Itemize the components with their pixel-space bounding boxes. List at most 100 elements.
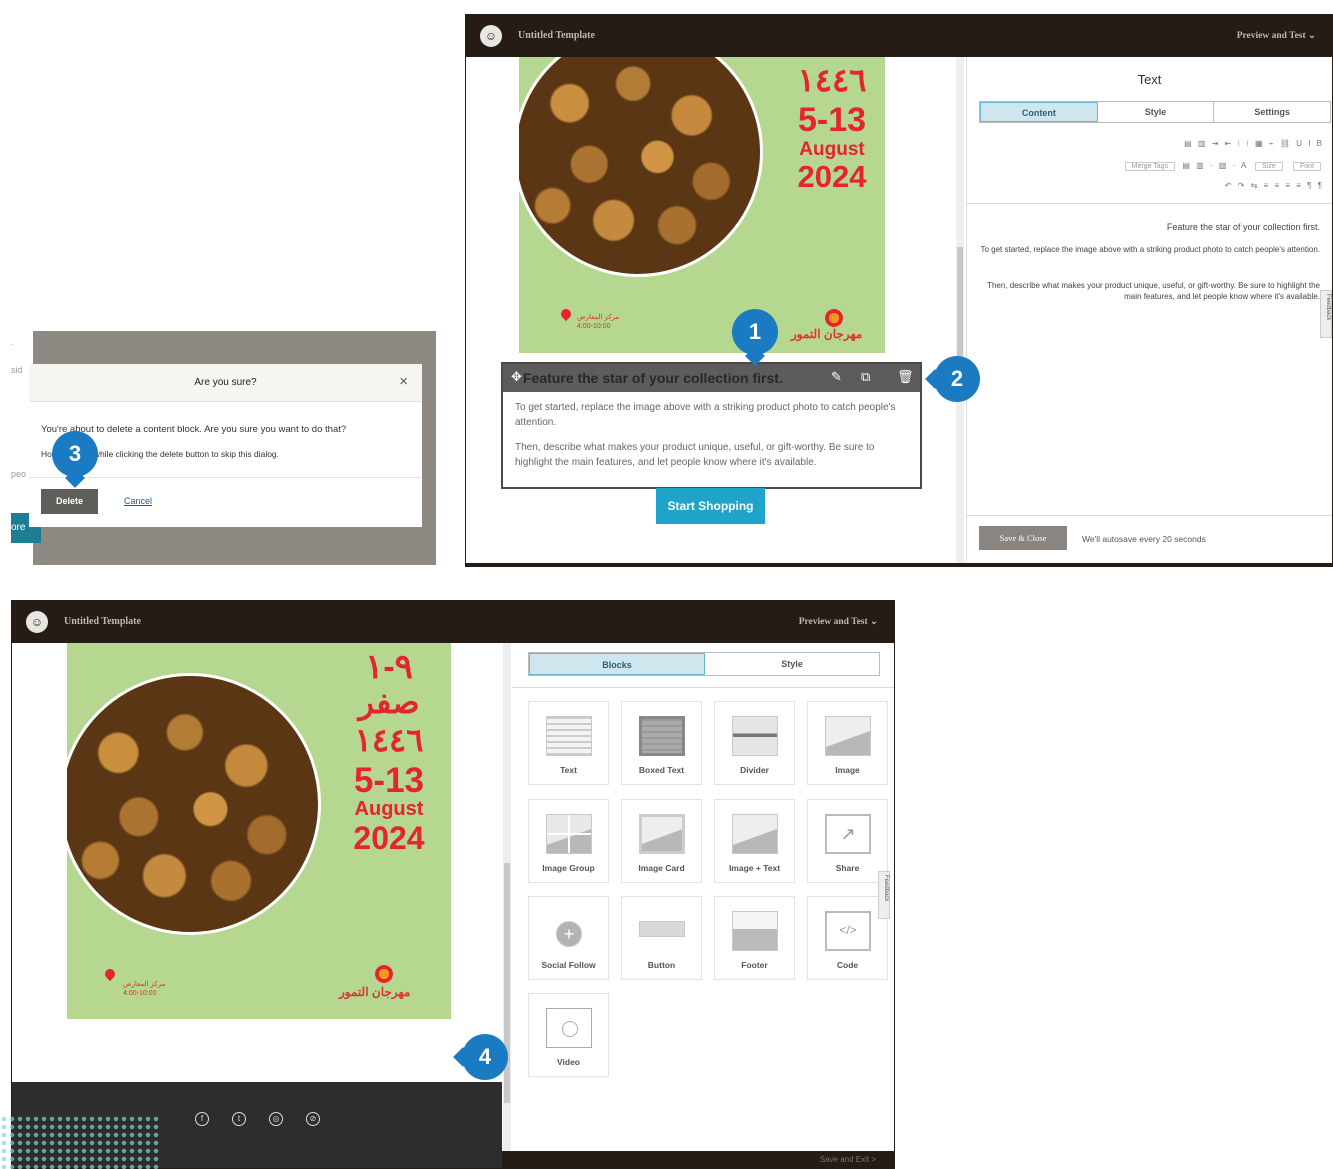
- poster-festival-name: مهرجان التمور: [339, 985, 411, 999]
- image-group-icon: [546, 814, 592, 854]
- formatting-toolbar-row-1[interactable]: ▤ ▥ ⇥ ⇤ ⁝ ⁝ ▦ ⌁ ⛓ U I B: [1184, 139, 1324, 148]
- share-icon: ↗: [825, 814, 871, 854]
- poster-image[interactable]: ٩-١ صفر ١٤٤٦ 5-13 August 2024 مركز المعا…: [67, 643, 451, 1019]
- image-text-icon: [732, 814, 778, 854]
- poster-image[interactable]: ١٤٤٦ 5-13 August 2024 مركز المعارض 4:00-…: [519, 57, 885, 353]
- poster-hijri-year: ١٤٤٦: [354, 722, 424, 758]
- text-settings-panel: Text Content Style Settings ▤ ▥ ⇥ ⇤ ⁝ ⁝ …: [966, 57, 1332, 563]
- divider: [29, 477, 422, 478]
- tab-settings[interactable]: Settings: [1214, 102, 1330, 122]
- editor-window-text-block: ☺ Untitled Template Preview and Test ⌄ ١…: [465, 14, 1333, 567]
- image-block-icon: [825, 716, 871, 756]
- editor-preview-heading[interactable]: Feature the star of your collection firs…: [980, 222, 1320, 233]
- dates-photo: [67, 673, 321, 935]
- poster-year: 2024: [797, 159, 867, 194]
- size-select[interactable]: Size: [1255, 162, 1283, 171]
- canvas-scrollbar[interactable]: [956, 57, 964, 563]
- format-icons[interactable]: ▤ ▥ · ▧ · A: [1182, 161, 1248, 170]
- autosave-note: We'll autosave every 20 seconds: [1082, 534, 1206, 544]
- block-image-group[interactable]: Image Group: [528, 799, 609, 883]
- block-text[interactable]: Text: [528, 701, 609, 785]
- tab-style[interactable]: Style: [705, 653, 879, 675]
- template-name[interactable]: Untitled Template: [518, 30, 595, 41]
- text-block-icon: [546, 716, 592, 756]
- formatting-toolbar-row-3[interactable]: ↶ ↷ ⇆ ≡ ≡ ≡ ≡ ¶ ¶: [1225, 181, 1324, 190]
- app-topbar: ☺ Untitled Template Preview and Test ⌄: [466, 15, 1332, 57]
- bg-fragment: peo: [11, 469, 27, 479]
- font-select[interactable]: Font: [1292, 162, 1321, 171]
- festival-logo-icon: [825, 309, 843, 327]
- editor-preview-paragraph[interactable]: Then, describe what makes your product u…: [980, 280, 1320, 302]
- poster-hijri-year: ١٤٤٦: [797, 62, 867, 98]
- template-name[interactable]: Untitled Template: [64, 616, 141, 627]
- mailchimp-logo-icon[interactable]: ☺: [26, 611, 48, 633]
- block-video[interactable]: Video: [528, 993, 609, 1077]
- callout-1: 1: [732, 309, 778, 355]
- duplicate-icon[interactable]: ⧉: [861, 369, 870, 385]
- decorative-dot-pattern: [0, 1115, 160, 1169]
- divider: [512, 687, 894, 688]
- start-shopping-button[interactable]: Start Shopping: [656, 488, 765, 524]
- poster-year: 2024: [353, 820, 425, 856]
- tab-blocks[interactable]: Blocks: [529, 653, 705, 675]
- panel-footer: Save & Close We'll autosave every 20 sec…: [967, 515, 1332, 563]
- bg-fragment: .: [11, 337, 14, 347]
- block-toolbar: ✥ Feature the star of your collection fi…: [503, 364, 920, 392]
- delete-button[interactable]: Delete: [41, 489, 98, 514]
- block-image[interactable]: Image: [807, 701, 888, 785]
- cancel-link[interactable]: Cancel: [124, 496, 152, 506]
- festival-logo-icon: [375, 965, 393, 983]
- delete-icon[interactable]: 🗑: [897, 369, 914, 385]
- mailchimp-logo-icon[interactable]: ☺: [480, 25, 502, 47]
- preview-and-test-menu[interactable]: Preview and Test ⌄: [1237, 30, 1316, 41]
- instagram-icon: ◎: [269, 1112, 283, 1126]
- block-image-text[interactable]: Image + Text: [714, 799, 795, 883]
- boxed-text-icon: [639, 716, 685, 756]
- drag-handle-icon[interactable]: ✥: [511, 369, 522, 385]
- editor-window-blocks: ☺ Untitled Template Preview and Test ⌄ ٩…: [11, 600, 895, 1169]
- edit-icon[interactable]: ✎: [831, 369, 842, 385]
- block-social-follow[interactable]: + Social Follow: [528, 896, 609, 980]
- tab-content[interactable]: Content: [980, 102, 1098, 122]
- divider: [967, 203, 1332, 204]
- tab-style[interactable]: Style: [1098, 102, 1215, 122]
- poster-hijri-days: ٩-١: [365, 648, 413, 686]
- bg-fragment: sid: [11, 365, 23, 375]
- canvas-scrollbar[interactable]: [503, 643, 511, 1151]
- image-card-icon: [639, 814, 685, 854]
- panel-title: Text: [1137, 72, 1162, 87]
- block-footer[interactable]: Footer: [714, 896, 795, 980]
- blocks-panel: Blocks Style Text Boxed Text Divider Ima…: [512, 643, 894, 1149]
- dialog-title: Are you sure?: [194, 377, 257, 388]
- divider-block-icon: [732, 716, 778, 756]
- block-boxed-text[interactable]: Boxed Text: [621, 701, 702, 785]
- facebook-icon: f: [195, 1112, 209, 1126]
- feedback-tab[interactable]: Feedback: [878, 871, 890, 919]
- block-button[interactable]: Button: [621, 896, 702, 980]
- app-footer-bar: Save and Exit >: [502, 1151, 894, 1168]
- formatting-toolbar-row-2[interactable]: Merge Tags ▤ ▥ · ▧ · A Size Font: [1122, 161, 1324, 171]
- save-close-button[interactable]: Save & Close: [979, 526, 1067, 550]
- location-pin-icon: [558, 306, 574, 322]
- block-image-card[interactable]: Image Card: [621, 799, 702, 883]
- block-divider[interactable]: Divider: [714, 701, 795, 785]
- callout-4: 4: [462, 1034, 508, 1080]
- poster-days: 5-13: [353, 761, 425, 800]
- footer-block-icon: [732, 911, 778, 951]
- poster-venue: مركز المعارض 4:00-10:00: [123, 981, 166, 997]
- poster-month: August: [354, 798, 424, 820]
- block-paragraph: To get started, replace the image above …: [515, 402, 896, 428]
- feedback-tab[interactable]: Feedback: [1320, 290, 1332, 338]
- block-paragraph: Then, describe what makes your product u…: [515, 442, 875, 468]
- close-icon[interactable]: ×: [399, 373, 408, 390]
- preview-and-test-menu[interactable]: Preview and Test ⌄: [799, 616, 878, 627]
- poster-venue: مركز المعارض 4:00-10:00: [577, 314, 620, 330]
- block-share[interactable]: ↗ Share: [807, 799, 888, 883]
- block-heading: Feature the star of your collection firs…: [523, 370, 783, 386]
- block-code[interactable]: </> Code: [807, 896, 888, 980]
- merge-tags-select[interactable]: Merge Tags: [1124, 162, 1176, 171]
- link-icon: ⊘: [306, 1112, 320, 1126]
- selected-text-block[interactable]: ✥ Feature the star of your collection fi…: [501, 362, 922, 489]
- editor-preview-paragraph[interactable]: To get started, replace the image above …: [980, 244, 1320, 255]
- save-and-exit-link[interactable]: Save and Exit >: [820, 1155, 876, 1164]
